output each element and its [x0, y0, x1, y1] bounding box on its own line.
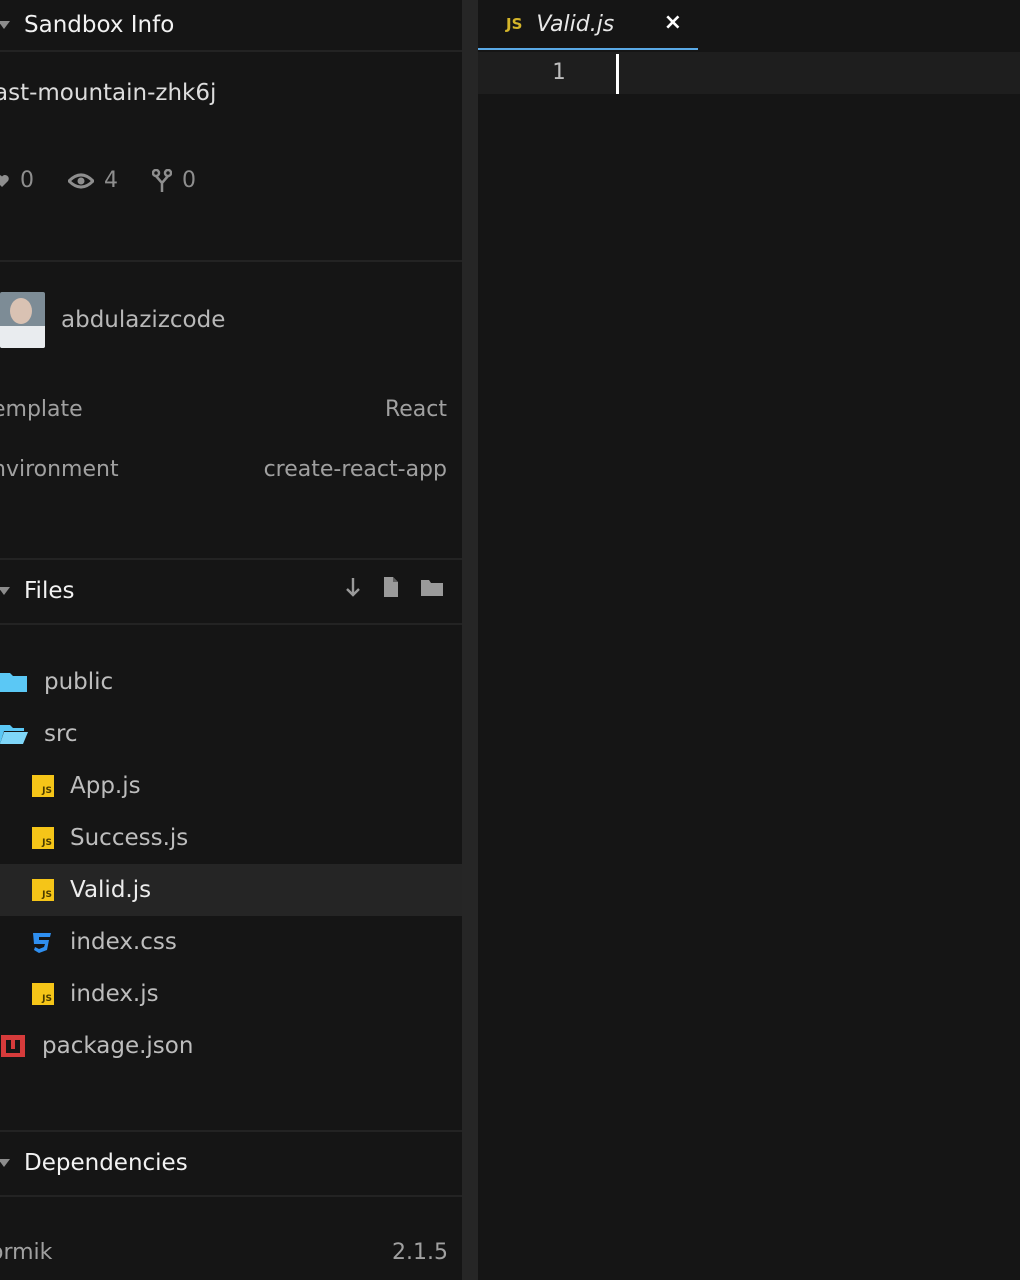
dependencies-header[interactable]: Dependencies — [0, 1138, 462, 1188]
file-name: src — [44, 721, 78, 747]
caret-down-icon[interactable] — [0, 587, 10, 595]
file-tree-item-package-json[interactable]: package.json — [0, 1020, 462, 1072]
author-name[interactable]: abdulazizcode — [61, 307, 225, 333]
heart-icon — [0, 174, 9, 187]
forks-count: 0 — [182, 168, 196, 193]
folder-open-icon — [0, 723, 28, 745]
dependency-name[interactable]: ormik — [0, 1240, 52, 1265]
sandbox-name[interactable]: ast-mountain-zhk6j — [0, 80, 216, 106]
sandbox-info-header[interactable]: Sandbox Info — [0, 0, 462, 50]
divider — [0, 50, 462, 52]
views-stat: 4 — [68, 168, 118, 193]
sandbox-info-title: Sandbox Info — [24, 12, 175, 38]
files-title: Files — [24, 578, 75, 604]
author[interactable]: abdulazizcode — [0, 292, 225, 348]
tab-title: Valid.js — [536, 11, 615, 37]
template-value[interactable]: React — [385, 397, 447, 422]
file-name: package.json — [42, 1033, 194, 1059]
close-icon[interactable]: × — [664, 10, 682, 35]
fork-icon — [152, 168, 172, 192]
js-file-icon: JS — [506, 15, 523, 33]
css-file-icon — [30, 930, 54, 954]
divider — [0, 1195, 462, 1197]
template-row: emplate React — [0, 397, 447, 422]
file-name: App.js — [70, 773, 141, 799]
file-tree-item-index-css[interactable]: index.css — [0, 916, 462, 968]
new-file-icon[interactable] — [382, 576, 400, 598]
file-tree-item-src[interactable]: src — [0, 708, 462, 760]
line-number: 1 — [552, 60, 566, 85]
file-tree-item-success-js[interactable]: JS Success.js — [0, 812, 462, 864]
divider — [0, 623, 462, 625]
caret-down-icon[interactable] — [0, 21, 10, 29]
sandbox-stats: 0 4 0 — [0, 168, 230, 193]
divider — [0, 558, 462, 560]
editor-tabbar: JS Valid.js × — [478, 0, 1020, 50]
environment-value[interactable]: create-react-app — [264, 457, 447, 482]
editor: JS Valid.js × 1 — [478, 0, 1020, 1280]
file-tree-item-index-js[interactable]: JS index.js — [0, 968, 462, 1020]
forks-stat[interactable]: 0 — [152, 168, 196, 193]
panel-resizer[interactable] — [462, 0, 478, 1280]
file-tree-item-public[interactable]: public — [0, 656, 462, 708]
divider — [0, 1130, 462, 1132]
template-label: emplate — [0, 397, 83, 422]
file-name: Success.js — [70, 825, 189, 851]
js-file-icon: JS — [32, 775, 54, 797]
caret-down-icon[interactable] — [0, 1159, 10, 1167]
environment-row: nvironment create-react-app — [0, 457, 447, 482]
file-name: public — [44, 669, 114, 695]
js-file-icon: JS — [32, 827, 54, 849]
environment-label: nvironment — [0, 457, 119, 482]
new-folder-icon[interactable] — [420, 577, 444, 597]
folder-icon — [0, 671, 28, 693]
dependency-version[interactable]: 2.1.5 — [392, 1240, 448, 1265]
avatar[interactable] — [0, 292, 45, 348]
file-name: index.css — [70, 929, 177, 955]
text-cursor — [616, 54, 619, 94]
divider — [0, 260, 462, 262]
npm-icon — [0, 1034, 26, 1058]
dependency-row[interactable]: ormik 2.1.5 — [0, 1240, 448, 1265]
dependencies-title: Dependencies — [24, 1150, 188, 1176]
views-count: 4 — [104, 168, 118, 193]
file-name: Valid.js — [70, 877, 152, 903]
sidebar: Sandbox Info ast-mountain-zhk6j 0 4 0 ab… — [0, 0, 462, 1280]
tab-valid-js[interactable]: JS Valid.js × — [478, 0, 698, 50]
files-actions — [324, 576, 444, 598]
likes-count: 0 — [20, 168, 34, 193]
file-tree-item-valid-js[interactable]: JS Valid.js — [0, 864, 462, 916]
likes-stat[interactable]: 0 — [0, 168, 34, 193]
file-tree-item-app-js[interactable]: JS App.js — [0, 760, 462, 812]
file-name: index.js — [70, 981, 159, 1007]
js-file-icon: JS — [32, 879, 54, 901]
download-icon[interactable] — [344, 576, 362, 598]
eye-icon — [68, 173, 94, 188]
js-file-icon: JS — [32, 983, 54, 1005]
